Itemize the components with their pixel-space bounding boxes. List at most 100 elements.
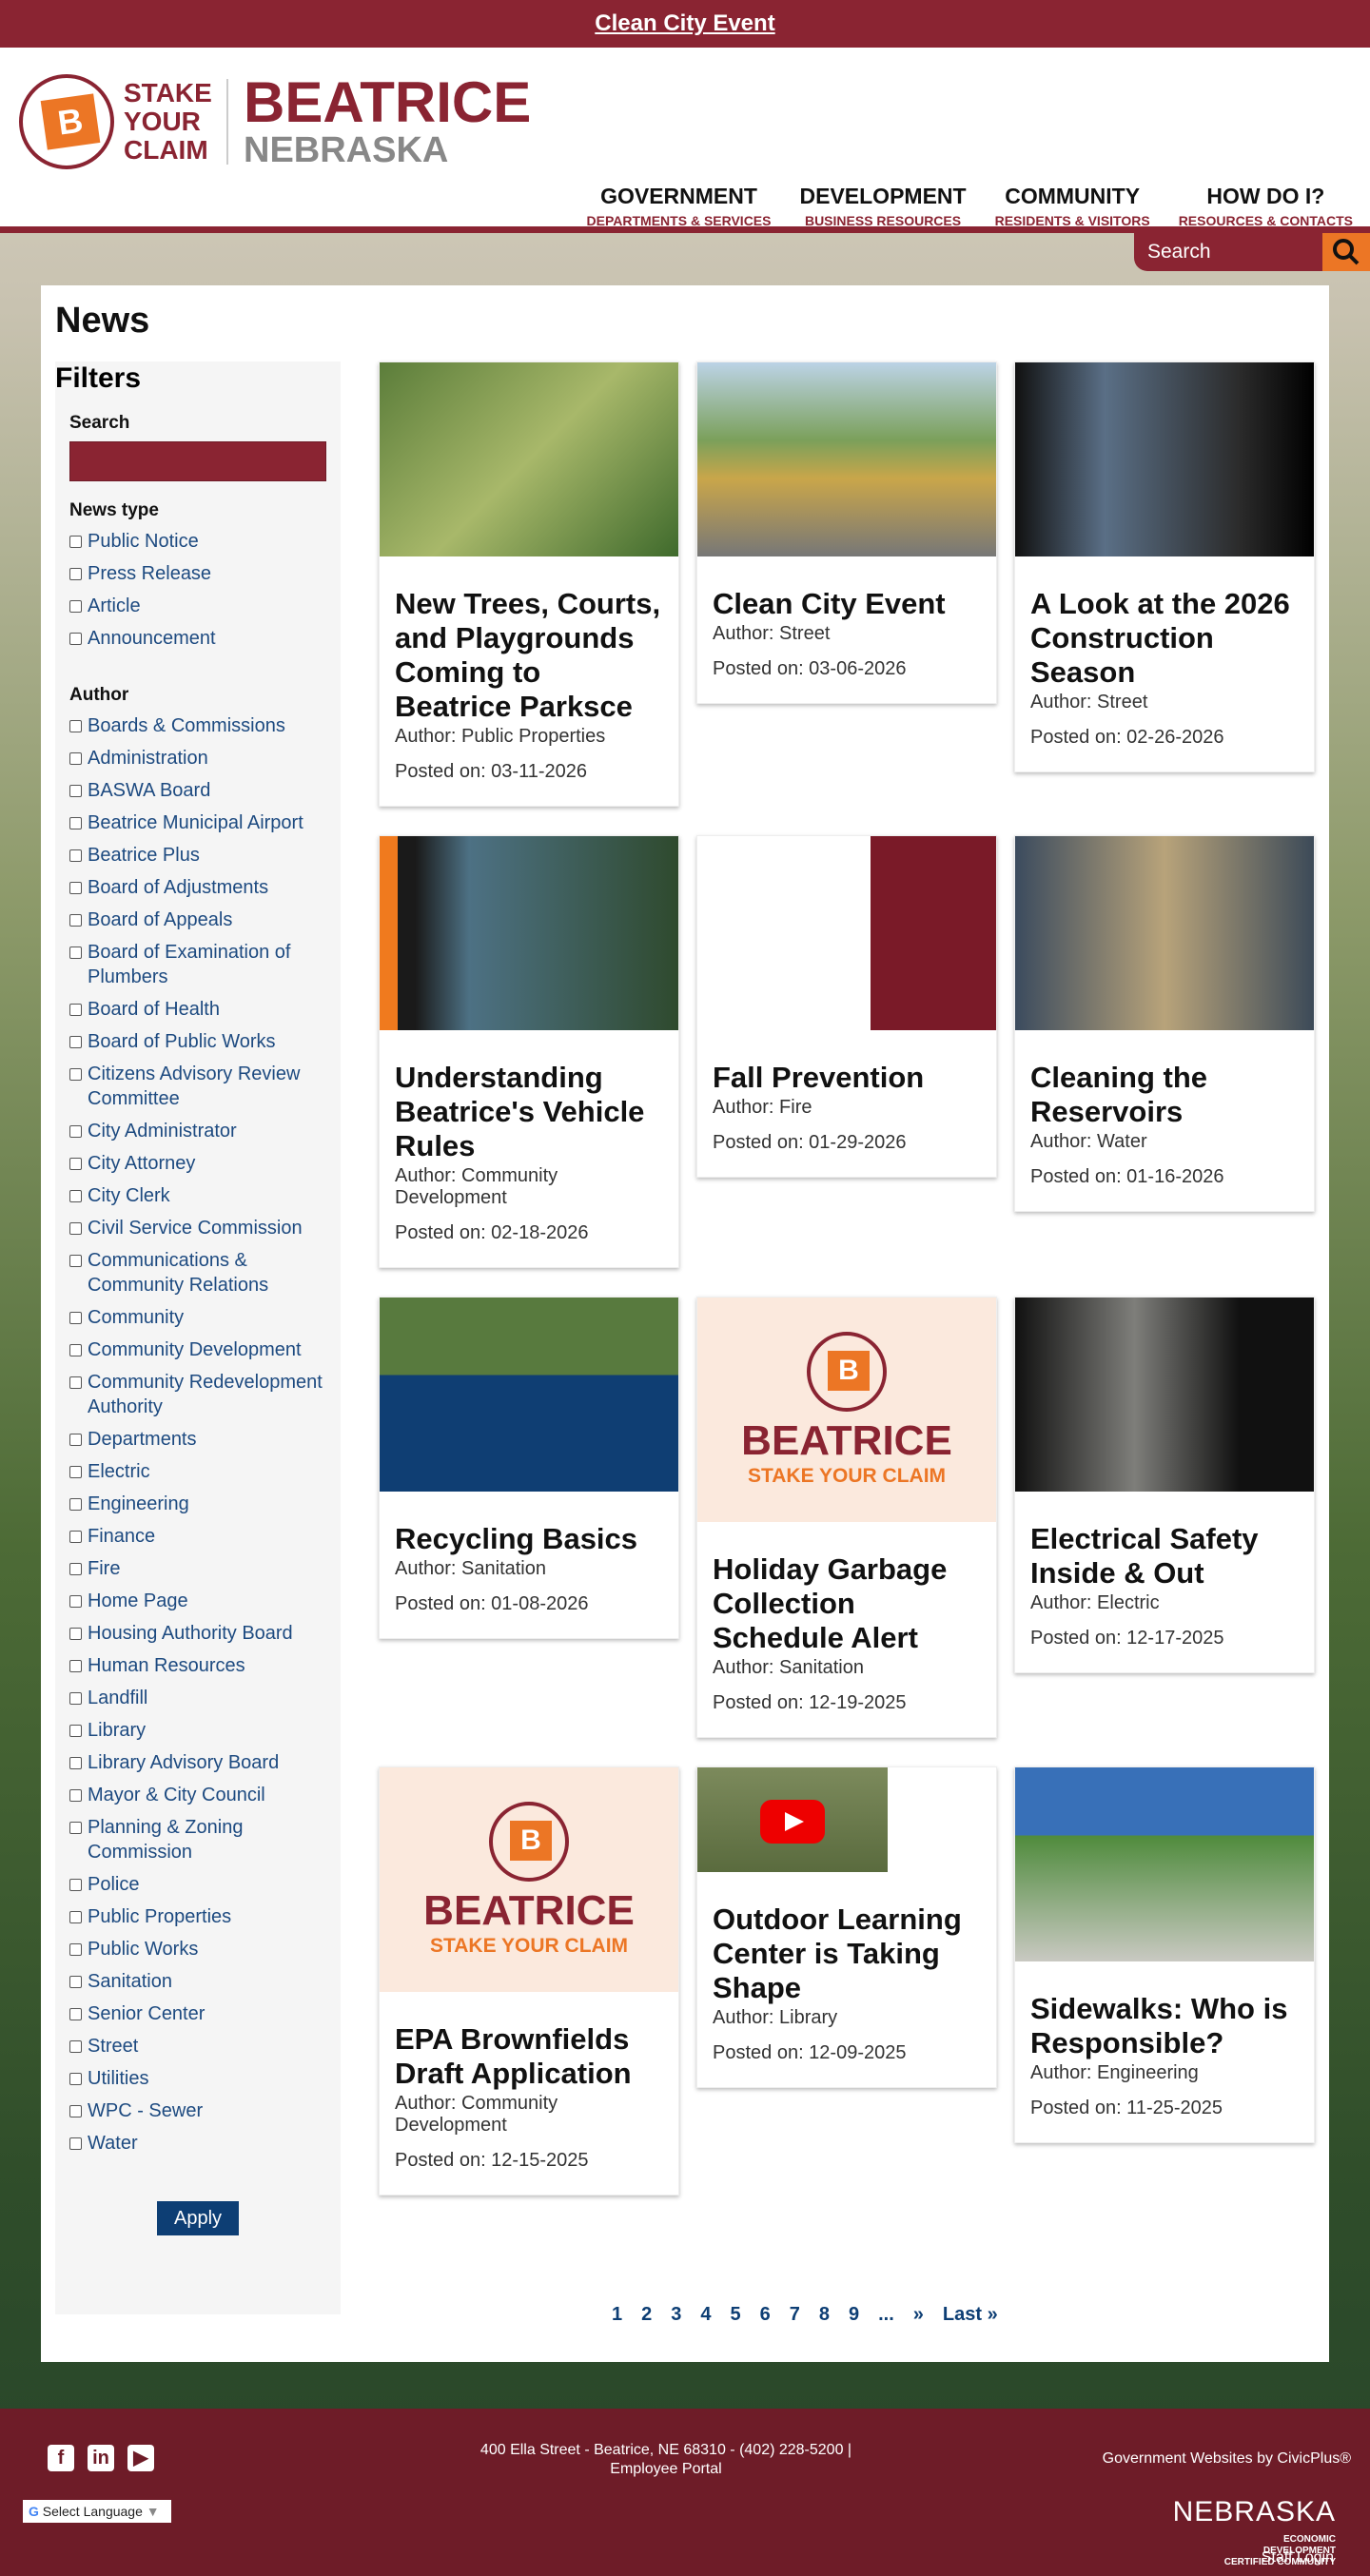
checkbox[interactable] (69, 1434, 82, 1446)
filter-checkbox-item[interactable]: Senior Center (69, 2001, 341, 2026)
checkbox[interactable] (69, 1125, 82, 1138)
checkbox[interactable] (69, 1879, 82, 1891)
checkbox[interactable] (69, 2040, 82, 2053)
checkbox[interactable] (69, 1563, 82, 1575)
card-image[interactable] (1015, 1767, 1314, 1961)
checkbox[interactable] (69, 1376, 82, 1389)
checkbox[interactable] (69, 1312, 82, 1324)
card-title[interactable]: Understanding Beatrice's Vehicle Rules (395, 1061, 663, 1163)
checkbox[interactable] (69, 1725, 82, 1737)
card-title[interactable]: Cleaning the Reservoirs (1030, 1061, 1299, 1129)
checkbox[interactable] (69, 600, 82, 613)
filter-checkbox-item[interactable]: Departments (69, 1427, 341, 1452)
checkbox[interactable] (69, 849, 82, 862)
youtube-icon[interactable]: ▶ (127, 2445, 154, 2471)
checkbox[interactable] (69, 1976, 82, 1988)
card-title[interactable]: Clean City Event (713, 587, 981, 621)
card-title[interactable]: Sidewalks: Who is Responsible? (1030, 1992, 1299, 2060)
checkbox[interactable] (69, 914, 82, 927)
checkbox[interactable] (69, 1344, 82, 1356)
card-image[interactable] (1015, 836, 1314, 1030)
checkbox[interactable] (69, 1911, 82, 1923)
filter-checkbox-item[interactable]: Announcement (69, 626, 341, 651)
news-card[interactable]: Outdoor Learning Center is Taking Shape A… (696, 1766, 997, 2088)
filter-checkbox-item[interactable]: Beatrice Municipal Airport (69, 810, 341, 835)
card-title[interactable]: A Look at the 2026 Construction Season (1030, 587, 1299, 690)
filter-checkbox-item[interactable]: Communications & Community Relations (69, 1248, 341, 1298)
card-image[interactable] (697, 362, 996, 556)
checkbox[interactable] (69, 946, 82, 959)
checkbox[interactable] (69, 633, 82, 645)
checkbox[interactable] (69, 2137, 82, 2150)
filter-checkbox-item[interactable]: Press Release (69, 561, 341, 586)
news-card[interactable]: Electrical Safety Inside & Out Author: El… (1014, 1297, 1315, 1673)
nav-community[interactable]: COMMUNITY RESIDENTS & VISITORS (995, 184, 1150, 228)
checkbox[interactable] (69, 536, 82, 548)
page-link[interactable]: ... (878, 2304, 894, 2326)
youtube-play-icon[interactable] (760, 1800, 825, 1844)
checkbox[interactable] (69, 568, 82, 580)
filter-checkbox-item[interactable]: City Attorney (69, 1151, 341, 1176)
filter-checkbox-item[interactable]: Boards & Commissions (69, 713, 341, 738)
search-button[interactable] (1322, 233, 1370, 271)
nav-government[interactable]: GOVERNMENT DEPARTMENTS & SERVICES (587, 184, 772, 228)
news-card[interactable]: Sidewalks: Who is Responsible? Author: En… (1014, 1766, 1315, 2143)
facebook-icon[interactable]: f (48, 2445, 74, 2471)
card-title[interactable]: Fall Prevention (713, 1061, 981, 1095)
filter-checkbox-item[interactable]: Public Notice (69, 529, 341, 554)
filter-checkbox-item[interactable]: Human Resources (69, 1653, 341, 1678)
linkedin-icon[interactable]: in (88, 2445, 114, 2471)
checkbox[interactable] (69, 1595, 82, 1608)
checkbox[interactable] (69, 882, 82, 894)
checkbox[interactable] (69, 1943, 82, 1956)
language-select[interactable]: G Select Language ▼ (23, 2500, 171, 2523)
card-title[interactable]: EPA Brownfields Draft Application (395, 2022, 663, 2091)
checkbox[interactable] (69, 720, 82, 732)
filter-checkbox-item[interactable]: City Administrator (69, 1119, 341, 1143)
filter-checkbox-item[interactable]: Public Works (69, 1937, 341, 1961)
checkbox[interactable] (69, 1757, 82, 1769)
checkbox[interactable] (69, 1660, 82, 1672)
news-card[interactable]: Clean City Event Author: Street Posted on:… (696, 361, 997, 704)
checkbox[interactable] (69, 1190, 82, 1202)
page-link[interactable]: 5 (731, 2304, 741, 2326)
page-link[interactable]: Last » (943, 2304, 998, 2326)
filter-checkbox-item[interactable]: Library Advisory Board (69, 1750, 341, 1775)
staff-login-link[interactable]: Staff Login (1262, 2549, 1334, 2566)
filter-checkbox-item[interactable]: Planning & Zoning Commission (69, 1815, 341, 1864)
filter-checkbox-item[interactable]: City Clerk (69, 1183, 341, 1208)
filter-checkbox-item[interactable]: Mayor & City Council (69, 1783, 341, 1807)
filter-checkbox-item[interactable]: Administration (69, 746, 341, 771)
card-title[interactable]: Holiday Garbage Collection Schedule Aler… (713, 1552, 981, 1655)
card-image[interactable]: B BEATRICE STAKE YOUR CLAIM (697, 1298, 996, 1522)
card-title[interactable]: New Trees, Courts, and Playgrounds Comin… (395, 587, 663, 724)
card-image[interactable] (697, 836, 996, 1030)
card-image[interactable] (1015, 1298, 1314, 1492)
news-card[interactable]: Cleaning the Reservoirs Author: Water Post… (1014, 835, 1315, 1212)
filter-checkbox-item[interactable]: Board of Adjustments (69, 875, 341, 900)
filter-checkbox-item[interactable]: Home Page (69, 1589, 341, 1613)
checkbox[interactable] (69, 752, 82, 765)
checkbox[interactable] (69, 1822, 82, 1834)
alert-link[interactable]: Clean City Event (595, 10, 774, 36)
filter-checkbox-item[interactable]: Street (69, 2034, 341, 2059)
page-link[interactable]: 2 (641, 2304, 652, 2326)
page-link[interactable]: 1 (612, 2304, 622, 2326)
page-link[interactable]: 3 (671, 2304, 681, 2326)
filter-checkbox-item[interactable]: Water (69, 2131, 341, 2156)
site-logo[interactable]: B STAKE YOUR CLAIM BEATRICE NEBRASKA (19, 74, 531, 169)
nav-development[interactable]: DEVELOPMENT BUSINESS RESOURCES (800, 184, 967, 228)
checkbox[interactable] (69, 785, 82, 797)
card-title[interactable]: Electrical Safety Inside & Out (1030, 1522, 1299, 1590)
civicplus-link[interactable]: Government Websites by CivicPlus® (1103, 2450, 1351, 2468)
filter-checkbox-item[interactable]: Board of Public Works (69, 1029, 341, 1054)
page-link[interactable]: 8 (819, 2304, 830, 2326)
card-image[interactable] (1015, 362, 1314, 556)
checkbox[interactable] (69, 1498, 82, 1511)
page-link[interactable]: 9 (849, 2304, 859, 2326)
checkbox[interactable] (69, 2073, 82, 2085)
filter-checkbox-item[interactable]: Electric (69, 1459, 341, 1484)
filter-checkbox-item[interactable]: Library (69, 1718, 341, 1743)
page-link[interactable]: 6 (760, 2304, 771, 2326)
checkbox[interactable] (69, 817, 82, 829)
